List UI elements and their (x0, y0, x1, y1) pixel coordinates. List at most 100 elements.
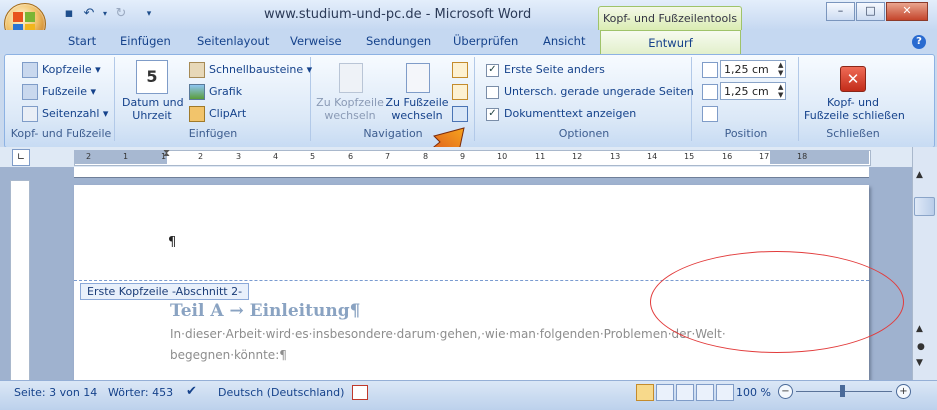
ruler-tick-label: 6 (348, 152, 354, 161)
status-language[interactable]: Deutsch (Deutschland) (218, 386, 344, 399)
vertical-ruler[interactable] (10, 180, 30, 382)
ruler-tick-label: 11 (535, 152, 546, 161)
help-icon[interactable]: ? (912, 35, 926, 49)
header-section-tag: Erste Kopfzeile -Abschnitt 2- (80, 283, 250, 300)
close-header-footer-button[interactable]: Kopf- und Fußzeile schließen (804, 96, 905, 122)
ruler-tick-label: 9 (460, 152, 466, 161)
indent-marker-icon[interactable]: ⧗ (163, 148, 170, 159)
ruler-tick-label: 13 (610, 152, 621, 161)
status-words[interactable]: Wörter: 453 (108, 386, 173, 399)
erste-seite-label: Erste Seite anders (504, 63, 605, 76)
save-icon[interactable]: ▪ (60, 6, 78, 22)
ruler-tick-label: 18 (797, 152, 808, 161)
view-print-layout-icon[interactable] (636, 384, 654, 401)
insert-alignment-tab-icon[interactable] (702, 106, 718, 122)
tab-einfuegen[interactable]: Einfügen (120, 34, 171, 48)
customize-quick-access-icon[interactable]: ▾ (140, 6, 158, 22)
ruler-tick-label: 4 (273, 152, 279, 161)
previous-page-icon[interactable]: ▲ (916, 324, 923, 334)
ruler-tick-label: 8 (423, 152, 429, 161)
next-page-icon[interactable]: ▼ (916, 358, 923, 368)
header-position-icon (702, 62, 718, 78)
document-paragraph-line-2[interactable]: begegnen·könnte:¶ (170, 348, 287, 362)
picture-icon (189, 84, 205, 100)
window-title: www.studium-und-pc.de - Microsoft Word (264, 7, 532, 22)
ruler-tick-label: 1 (123, 152, 129, 161)
dokumenttext-checkbox[interactable]: ✓ (486, 108, 499, 121)
tab-start[interactable]: Start (68, 34, 96, 48)
next-section-icon[interactable] (452, 84, 468, 100)
view-web-layout-icon[interactable] (676, 384, 694, 401)
tab-verweise[interactable]: Verweise (290, 34, 342, 48)
ruler-tick-label: 5 (310, 152, 316, 161)
tab-selector-icon[interactable]: ∟ (12, 149, 30, 166)
tab-seitenlayout[interactable]: Seitenlayout (197, 34, 269, 48)
view-draft-icon[interactable] (716, 384, 734, 401)
clipart-button[interactable]: ClipArt (189, 106, 246, 122)
footer-bottom-spinner[interactable]: 1,25 cm (720, 82, 786, 100)
zu-kopfzeile-button[interactable]: Zu Kopfzeile wechseln (316, 96, 384, 122)
ruler-tick-label: 17 (759, 152, 770, 161)
schnellbausteine-button[interactable]: Schnellbausteine ▾ (189, 62, 312, 78)
page-number-icon (22, 106, 38, 122)
view-outline-icon[interactable] (696, 384, 714, 401)
document-heading[interactable]: Teil A → Einleitung¶ (170, 301, 360, 321)
zoom-out-icon[interactable]: − (778, 384, 793, 399)
header-paragraph-mark[interactable]: ¶ (168, 235, 176, 250)
quickparts-icon (189, 62, 205, 78)
ruler-tick-label: 7 (385, 152, 391, 161)
redo-icon[interactable]: ↻ (112, 6, 130, 22)
grafik-button[interactable]: Grafik (189, 84, 242, 100)
fusszeile-button[interactable]: Fußzeile ▾ (22, 84, 96, 100)
status-page[interactable]: Seite: 3 von 14 (14, 386, 97, 399)
clipart-icon (189, 106, 205, 122)
scroll-thumb[interactable] (914, 197, 935, 216)
zoom-level[interactable]: 100 % (736, 386, 771, 399)
link-to-previous-icon[interactable] (452, 106, 468, 122)
document-paragraph-line-1[interactable]: In·dieser·Arbeit·wird·es·insbesondere·da… (170, 327, 726, 341)
dokumenttext-label: Dokumenttext anzeigen (504, 107, 637, 120)
minimize-button[interactable]: – (826, 2, 855, 21)
view-full-screen-icon[interactable] (656, 384, 674, 401)
kopfzeile-button[interactable]: Kopfzeile ▾ (22, 62, 101, 78)
proofing-icon[interactable]: ✔ (186, 384, 197, 399)
goto-header-icon (339, 63, 363, 93)
contextual-tab-header: Kopf- und Fußzeilentools (598, 6, 742, 31)
footer-position-icon (702, 84, 718, 100)
close-header-footer-icon: ✕ (840, 66, 866, 92)
close-button[interactable]: ✕ (886, 2, 928, 21)
maximize-button[interactable]: □ (856, 2, 885, 21)
zoom-in-icon[interactable]: + (896, 384, 911, 399)
tab-ueberpruefen[interactable]: Überprüfen (453, 34, 518, 48)
group-label-close: Schließen (826, 127, 880, 140)
group-label-header-footer: Kopf- und Fußzeile (10, 127, 112, 140)
spinner-arrows-icon[interactable]: ▲ ▼ (778, 61, 783, 77)
select-browse-object-icon[interactable]: ● (917, 342, 925, 352)
tab-entwurf[interactable]: Entwurf (600, 30, 741, 56)
tab-ansicht[interactable]: Ansicht (543, 34, 585, 48)
footer-icon (22, 84, 38, 100)
spinner-arrows-icon[interactable]: ▲ ▼ (778, 83, 783, 99)
ruler-tick-label: 16 (722, 152, 733, 161)
ruler-tick-label: 2 (198, 152, 204, 161)
previous-page-bottom (74, 167, 869, 178)
zoom-slider-thumb[interactable] (840, 385, 845, 397)
scroll-up-icon[interactable]: ▲ (916, 170, 923, 180)
header-icon (22, 62, 38, 78)
datum-uhrzeit-button[interactable]: Datum und Uhrzeit (122, 96, 184, 122)
horizontal-ruler[interactable] (74, 150, 871, 166)
previous-section-icon[interactable] (452, 62, 468, 78)
group-label-position: Position (724, 127, 768, 140)
annotation-ellipse (650, 251, 904, 353)
calendar-icon: 5 (136, 60, 168, 94)
header-top-spinner[interactable]: 1,25 cm (720, 60, 786, 78)
ruler-tick-label: 15 (684, 152, 695, 161)
erste-seite-checkbox[interactable]: ✓ (486, 64, 499, 77)
untersch-label: Untersch. gerade ungerade Seiten (504, 85, 694, 98)
zu-fusszeile-button[interactable]: Zu Fußzeile wechseln (385, 96, 449, 122)
seitenzahl-button[interactable]: Seitenzahl ▾ (22, 106, 108, 122)
macro-record-icon[interactable] (352, 385, 368, 400)
ruler-tick-label: 10 (497, 152, 508, 161)
untersch-checkbox[interactable] (486, 86, 499, 99)
tab-sendungen[interactable]: Sendungen (366, 34, 431, 48)
